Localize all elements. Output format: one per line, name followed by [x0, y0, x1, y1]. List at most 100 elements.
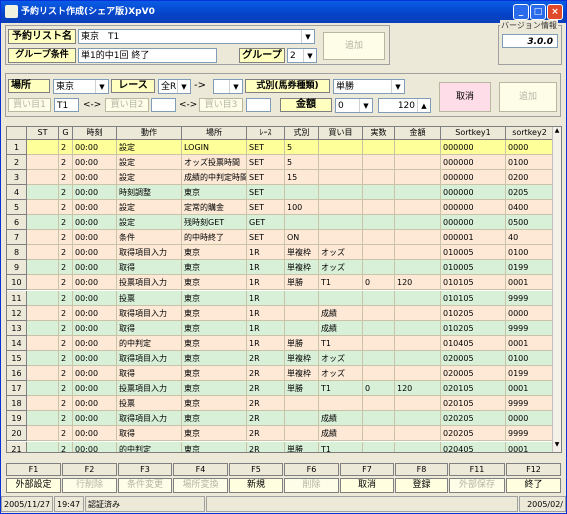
table-cell[interactable]: SET — [247, 199, 285, 215]
kaime2-field[interactable] — [151, 98, 176, 112]
fkey-button-f8[interactable]: 登録 — [395, 478, 448, 493]
table-cell[interactable]: 00:00 — [73, 426, 117, 442]
table-cell[interactable]: 00:00 — [73, 320, 117, 336]
table-cell[interactable]: 000000 — [441, 154, 506, 170]
fkey-button-f2[interactable]: 行削除 — [62, 478, 117, 493]
table-cell[interactable]: 00:00 — [73, 335, 117, 351]
table-cell[interactable]: 00:00 — [73, 305, 117, 321]
table-row[interactable]: 13 2 00:00 取得 東京 1R 成績 010205 9999 — [7, 320, 561, 336]
table-cell[interactable] — [363, 335, 395, 351]
table-cell[interactable]: 020105 — [441, 396, 506, 412]
table-cell[interactable] — [27, 441, 59, 452]
table-cell[interactable]: 単複枠 — [285, 350, 319, 366]
table-cell[interactable]: 00:00 — [73, 199, 117, 215]
table-cell[interactable] — [395, 230, 441, 246]
table-cell[interactable]: オッズ — [319, 245, 363, 261]
table-cell[interactable]: 2R — [247, 366, 285, 381]
table-cell[interactable] — [363, 305, 395, 321]
table-cell[interactable] — [319, 215, 363, 230]
column-header[interactable]: 式別 — [285, 127, 319, 140]
table-cell[interactable]: 0000 — [506, 411, 554, 427]
table-cell[interactable] — [319, 184, 363, 200]
table-row[interactable]: 9 2 00:00 取得 東京 1R 単複枠 オッズ 010005 0199 — [7, 260, 561, 276]
table-cell[interactable] — [285, 184, 319, 200]
table-cell[interactable]: 000000 — [441, 184, 506, 200]
table-cell[interactable]: 0000 — [506, 139, 554, 155]
column-header[interactable]: sortkey2 — [506, 127, 554, 140]
table-cell[interactable]: 2 — [59, 381, 73, 397]
table-cell[interactable] — [395, 245, 441, 261]
table-cell[interactable]: 00:00 — [73, 396, 117, 412]
table-row[interactable]: 5 2 00:00 設定 定常的購金 SET 100 000000 0400 — [7, 199, 561, 215]
table-cell[interactable]: 020105 — [441, 381, 506, 397]
table-cell[interactable]: 00:00 — [73, 381, 117, 397]
table-cell[interactable]: 1R — [247, 335, 285, 351]
scroll-down-icon[interactable]: ▼ — [553, 441, 561, 451]
table-cell[interactable] — [27, 260, 59, 276]
amount-from-select[interactable]: 0 ▼ — [335, 98, 373, 113]
table-cell[interactable]: 取得 — [117, 320, 182, 336]
table-row[interactable]: 18 2 00:00 投票 東京 2R 020105 9999 — [7, 396, 561, 412]
table-cell[interactable]: 設定 — [117, 139, 182, 155]
table-cell[interactable]: 取得 — [117, 426, 182, 442]
table-row[interactable]: 12 2 00:00 取得項目入力 東京 1R 成績 010205 0000 — [7, 305, 561, 321]
table-cell[interactable]: 2 — [59, 290, 73, 306]
table-cell[interactable]: 0000 — [506, 305, 554, 321]
table-cell[interactable]: 00:00 — [73, 260, 117, 276]
table-cell[interactable]: LOGIN — [182, 139, 247, 155]
table-cell[interactable] — [395, 305, 441, 321]
table-cell[interactable]: 東京 — [182, 184, 247, 200]
table-cell[interactable]: 00:00 — [73, 350, 117, 366]
table-cell[interactable]: 010105 — [441, 290, 506, 306]
fkey-button-f1[interactable]: 外部設定 — [6, 478, 61, 493]
race-select[interactable]: 全R ▼ — [158, 79, 191, 94]
table-cell[interactable]: 2 — [59, 215, 73, 230]
place-select[interactable]: 東京 ▼ — [53, 79, 109, 94]
table-cell[interactable]: 2 — [59, 275, 73, 291]
group-cond-field[interactable]: 単1的中1回 終了 — [78, 48, 217, 63]
table-cell[interactable]: 000001 — [441, 230, 506, 246]
fkey-button-f11[interactable]: 外部保存 — [449, 478, 505, 493]
table-cell[interactable] — [363, 366, 395, 381]
group-select[interactable]: 2 ▼ — [287, 48, 317, 63]
table-row[interactable]: 7 2 00:00 条件 的中時終了 SET ON 000001 40 — [7, 230, 561, 246]
table-cell[interactable]: 9999 — [506, 426, 554, 442]
column-header[interactable]: ﾚｰｽ — [247, 127, 285, 140]
table-cell[interactable]: 9999 — [506, 290, 554, 306]
table-cell[interactable]: 2 — [59, 169, 73, 185]
table-cell[interactable]: 40 — [506, 230, 554, 246]
table-cell[interactable] — [319, 290, 363, 306]
table-row[interactable]: 2 2 00:00 設定 オッズ投票時間 SET 5 000000 0100 — [7, 154, 561, 170]
table-cell[interactable] — [363, 411, 395, 427]
column-header[interactable]: 時刻 — [73, 127, 117, 140]
table-cell[interactable]: 東京 — [182, 396, 247, 412]
table-cell[interactable]: 1R — [247, 305, 285, 321]
table-cell[interactable] — [27, 396, 59, 412]
table-cell[interactable]: 東京 — [182, 381, 247, 397]
table-cell[interactable]: 成績的中判定時間 — [182, 169, 247, 185]
table-cell[interactable]: 0199 — [506, 260, 554, 276]
table-cell[interactable] — [27, 320, 59, 336]
table-cell[interactable]: 1R — [247, 275, 285, 291]
table-cell[interactable]: 0205 — [506, 184, 554, 200]
table-cell[interactable]: 2 — [59, 139, 73, 155]
table-cell[interactable]: 定常的購金 — [182, 199, 247, 215]
table-row[interactable]: 20 2 00:00 取得 東京 2R 成績 020205 9999 — [7, 426, 561, 442]
table-cell[interactable]: 0100 — [506, 154, 554, 170]
table-cell[interactable]: 取得項目入力 — [117, 305, 182, 321]
table-cell[interactable]: 残時刻GET — [182, 215, 247, 230]
amount-to-select[interactable]: 120 ▲ — [378, 98, 431, 113]
table-cell[interactable]: 00:00 — [73, 230, 117, 246]
table-cell[interactable] — [395, 260, 441, 276]
close-icon[interactable]: × — [547, 4, 563, 20]
table-cell[interactable] — [395, 441, 441, 452]
table-row[interactable]: 16 2 00:00 取得 東京 2R 単複枠 オッズ 020005 0199 — [7, 366, 561, 381]
table-cell[interactable]: オッズ — [319, 350, 363, 366]
scroll-up-icon[interactable]: ▲ — [553, 127, 561, 137]
table-cell[interactable] — [319, 154, 363, 170]
table-cell[interactable]: 投票項目入力 — [117, 381, 182, 397]
table-cell[interactable]: T1 — [319, 335, 363, 351]
table-cell[interactable]: 120 — [395, 381, 441, 397]
table-cell[interactable] — [363, 199, 395, 215]
table-cell[interactable]: SET — [247, 184, 285, 200]
